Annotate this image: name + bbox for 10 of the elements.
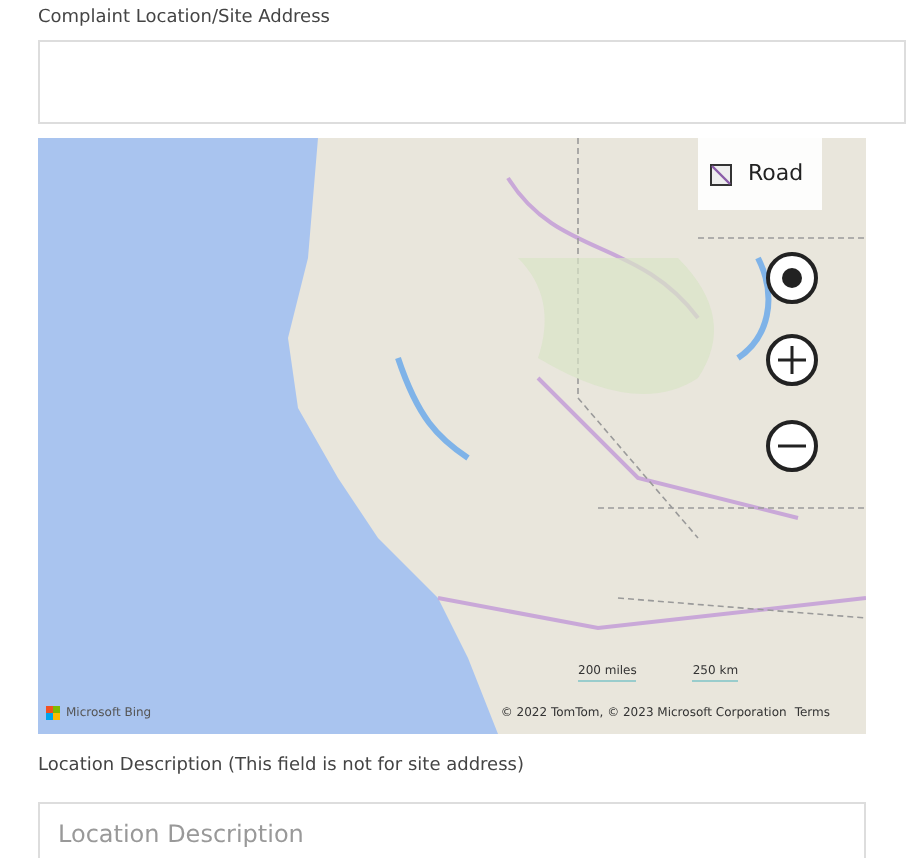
address-field[interactable] <box>38 40 906 124</box>
map-style-button[interactable]: Road <box>698 138 822 210</box>
field-label: Complaint Location/Site Address <box>38 6 332 30</box>
location-description-field[interactable]: Location Description <box>38 802 866 858</box>
logo-icon <box>46 706 60 720</box>
minus-icon <box>778 444 806 448</box>
locate-icon <box>782 268 802 288</box>
field-label: Location Description (This field is not for site address) <box>38 754 526 778</box>
plus-icon <box>778 346 806 374</box>
map-style-icon <box>710 163 732 185</box>
